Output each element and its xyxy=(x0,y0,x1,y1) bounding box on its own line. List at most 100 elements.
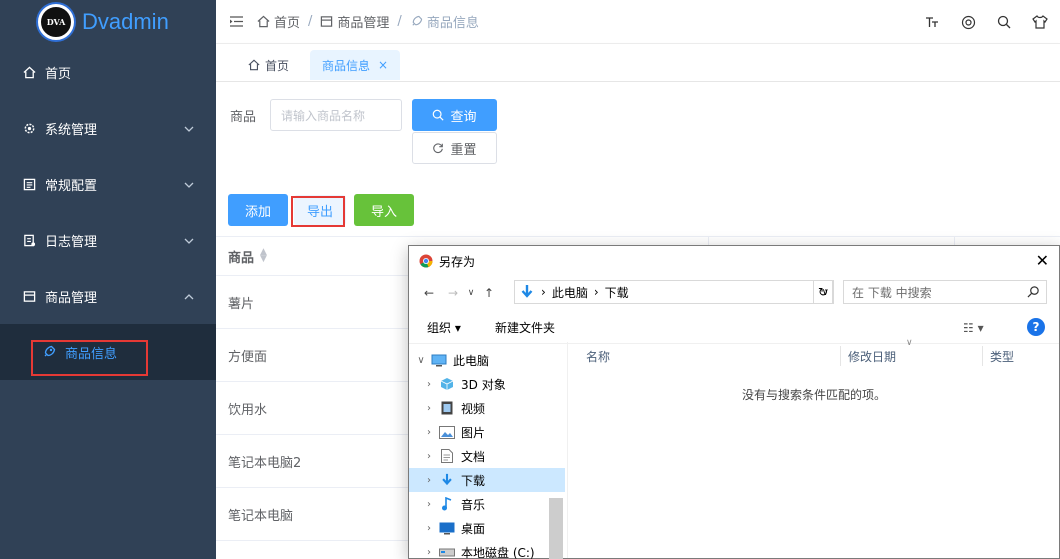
tree-item-pictures[interactable]: › 图片 xyxy=(409,420,565,444)
sidebar-item-goods[interactable]: 商品管理 xyxy=(0,268,216,324)
address-bar[interactable]: › 此电脑 › 下载 ∨ xyxy=(514,280,834,304)
tree-item-music[interactable]: › 音乐 xyxy=(409,492,565,516)
column-date[interactable]: 修改日期 xyxy=(848,348,896,365)
column-divider[interactable] xyxy=(840,346,841,366)
app-name: Dvadmin xyxy=(82,9,169,34)
tree-label: 下载 xyxy=(461,473,486,488)
tree-item-desktop[interactable]: › 桌面 xyxy=(409,516,565,540)
sort-chevron-icon: ∨ xyxy=(906,338,913,348)
up-arrow-icon[interactable]: ↑ xyxy=(477,286,501,300)
add-button[interactable]: 添加 xyxy=(228,194,288,226)
sidebar-item-log[interactable]: 日志管理 xyxy=(0,212,216,268)
home-icon xyxy=(257,15,270,28)
forward-arrow-icon[interactable]: → xyxy=(441,286,465,300)
address-row: ← → ∨ ↑ › 此电脑 › 下载 ∨ ↻ 在 下载 中搜索 xyxy=(409,280,1059,306)
tree-label: 音乐 xyxy=(461,497,486,512)
refresh-button[interactable]: ↻ xyxy=(813,280,833,304)
breadcrumb-separator: / xyxy=(308,14,313,29)
column-name[interactable]: 名称 xyxy=(586,348,610,365)
recent-dropdown-icon[interactable]: ∨ xyxy=(465,288,477,298)
help-icon[interactable]: ? xyxy=(1027,318,1045,336)
tree-label: 3D 对象 xyxy=(461,377,506,392)
download-icon xyxy=(521,285,533,298)
document-icon xyxy=(439,449,455,463)
dialog-title: 另存为 xyxy=(439,254,476,269)
column-header-goods: 商品 xyxy=(228,250,255,266)
logo[interactable]: DVA Dvadmin xyxy=(0,0,216,44)
cell-goods: 饮用水 xyxy=(228,402,268,418)
sidebar-item-label: 常规配置 xyxy=(45,178,98,194)
close-icon[interactable]: × xyxy=(378,58,388,72)
chevron-down-icon xyxy=(184,123,194,133)
query-button-label: 查询 xyxy=(450,109,477,125)
tree-item-documents[interactable]: › 文档 xyxy=(409,444,565,468)
hamburger-icon[interactable] xyxy=(230,16,243,27)
chevron-right-icon[interactable]: › xyxy=(419,475,439,486)
breadcrumb-goods[interactable]: 商品管理 xyxy=(320,12,389,31)
tree-item-downloads[interactable]: › 下载 xyxy=(409,468,565,492)
path-segment[interactable]: 此电脑 xyxy=(552,284,588,301)
file-list: 名称 修改日期 ∨ 类型 没有与搜索条件匹配的项。 xyxy=(567,338,1059,558)
home-icon xyxy=(248,59,260,71)
breadcrumb-label: 首页 xyxy=(274,16,301,31)
chevron-right-icon[interactable]: › xyxy=(419,523,439,534)
list-icon xyxy=(22,177,36,191)
column-type[interactable]: 类型 xyxy=(990,348,1014,365)
computer-icon xyxy=(431,353,447,367)
chevron-down-icon xyxy=(184,179,194,189)
refresh-icon xyxy=(433,143,444,154)
breadcrumb-home[interactable]: 首页 xyxy=(257,12,300,31)
sidebar-item-label: 日志管理 xyxy=(45,234,98,250)
tree-item-video[interactable]: › 视频 xyxy=(409,396,565,420)
tree-scrollbar[interactable] xyxy=(549,498,563,559)
chevron-right-icon[interactable]: › xyxy=(419,403,439,414)
search-icon[interactable] xyxy=(996,14,1012,30)
import-button[interactable]: 导入 xyxy=(354,194,414,226)
breadcrumb-current: 商品信息 xyxy=(410,12,479,31)
dialog-titlebar[interactable]: 另存为 ✕ xyxy=(409,246,1059,276)
font-size-icon[interactable] xyxy=(924,14,940,30)
close-icon[interactable]: ✕ xyxy=(1036,251,1049,270)
chevron-right-icon[interactable]: › xyxy=(419,547,439,558)
home-icon xyxy=(22,65,36,79)
tree-item-drive-c[interactable]: › 本地磁盘 (C:) xyxy=(409,540,565,559)
video-icon xyxy=(439,401,455,415)
path-separator: › xyxy=(593,285,599,299)
search-input[interactable]: 请输入商品名称 xyxy=(270,99,402,131)
path-segment[interactable]: 下载 xyxy=(605,284,629,301)
tag-home[interactable]: 首页 xyxy=(236,50,301,80)
search-icon xyxy=(1027,286,1039,298)
organize-menu[interactable]: 组织 ▾ xyxy=(427,319,461,336)
tags-view: 首页 商品信息 × xyxy=(216,44,1060,82)
reset-button-label: 重置 xyxy=(450,142,477,158)
sidebar-item-system[interactable]: 系统管理 xyxy=(0,100,216,156)
chevron-up-icon xyxy=(184,291,194,301)
tag-goods-info[interactable]: 商品信息 × xyxy=(310,50,401,80)
column-divider[interactable] xyxy=(982,346,983,366)
sidebar-item-home[interactable]: 首页 xyxy=(0,44,216,100)
new-folder-button[interactable]: 新建文件夹 xyxy=(495,319,555,336)
folder-search-input[interactable]: 在 下载 中搜索 xyxy=(843,280,1047,304)
chevron-right-icon[interactable]: › xyxy=(419,451,439,462)
tree-label: 图片 xyxy=(461,425,486,440)
gear-icon xyxy=(22,121,36,135)
back-arrow-icon[interactable]: ← xyxy=(417,286,441,300)
sort-icon[interactable]: ▲ ▼ xyxy=(260,248,267,264)
view-options-icon[interactable]: ☷ ▾ xyxy=(963,321,984,335)
query-button[interactable]: 查询 xyxy=(412,99,497,131)
chevron-down-icon[interactable]: ∨ xyxy=(411,355,431,366)
tree-label: 桌面 xyxy=(461,521,486,536)
sidebar-item-config[interactable]: 常规配置 xyxy=(0,156,216,212)
shirt-icon[interactable] xyxy=(1032,14,1048,30)
chevron-right-icon[interactable]: › xyxy=(419,427,439,438)
tree-item-this-pc[interactable]: ∨ 此电脑 xyxy=(409,348,565,372)
folder-tree: ∨ 此电脑 › 3D 对象 › 视频 › 图片 › 文档 › 下载 › 音乐 ›… xyxy=(409,348,565,559)
breadcrumb-separator: / xyxy=(397,14,402,29)
tree-item-3d[interactable]: › 3D 对象 xyxy=(409,372,565,396)
theme-icon[interactable] xyxy=(960,14,976,30)
chevron-right-icon[interactable]: › xyxy=(419,499,439,510)
chevron-right-icon[interactable]: › xyxy=(419,379,439,390)
picture-icon xyxy=(439,425,455,439)
reset-button[interactable]: 重置 xyxy=(412,132,497,164)
sidebar-item-label: 商品管理 xyxy=(45,290,98,306)
